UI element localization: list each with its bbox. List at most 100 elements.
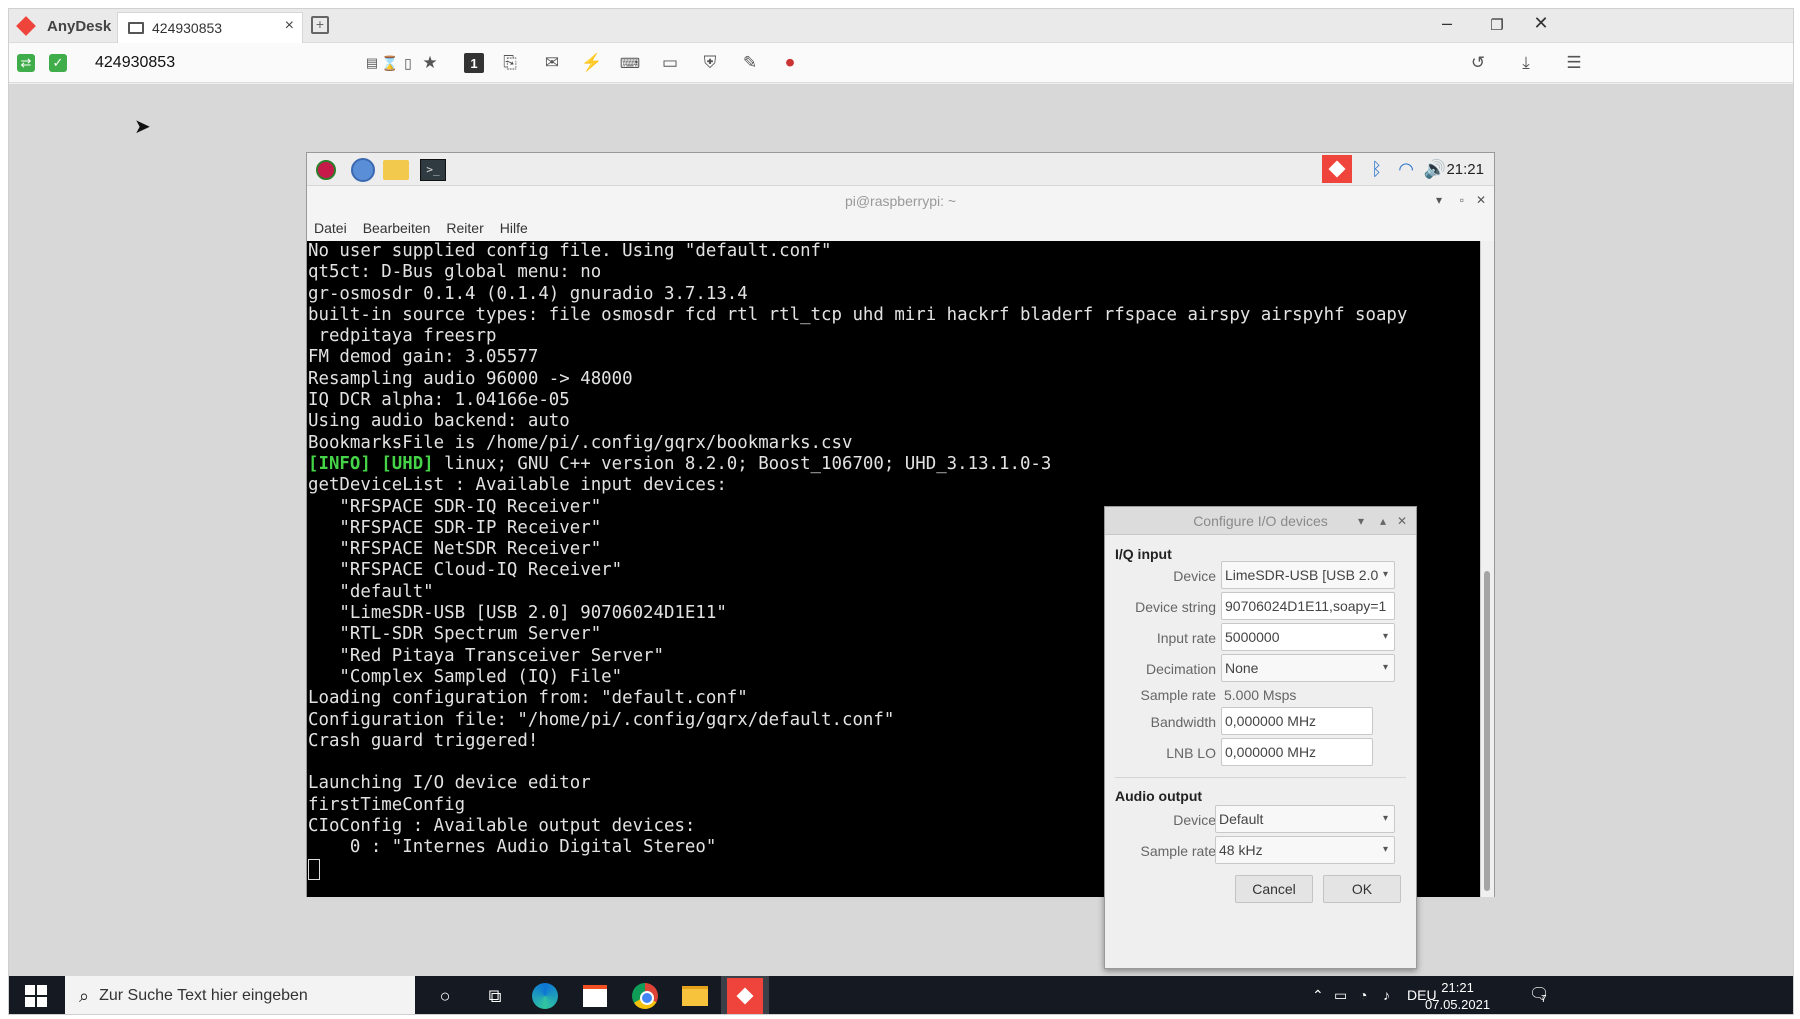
speaker-icon[interactable]: ♪ [1383, 987, 1390, 1003]
search-placeholder: Zur Suche Text hier eingeben [99, 987, 308, 1004]
terminal-line: getDeviceList : Available input devices: [308, 475, 727, 496]
device-string-input[interactable]: 90706024D1E11,soapy=1 [1221, 592, 1395, 620]
session-tab[interactable]: 424930853 × [117, 12, 303, 43]
terminal-line: No user supplied config file. Using "def… [308, 241, 832, 261]
edge-browser-icon[interactable] [521, 976, 569, 1014]
close-icon[interactable]: ✕ [1476, 193, 1486, 207]
chevron-down-icon: ▾ [1382, 813, 1388, 824]
terminal-line: redpitaya freesrp [308, 326, 497, 347]
iq-device-select[interactable]: LimeSDR-USB [USB 2.0 ▾ [1221, 561, 1395, 589]
notification-center-icon[interactable]: 🗨 7 [1529, 984, 1551, 1006]
iq-input-heading: I/Q input [1115, 546, 1172, 562]
input-rate-combo[interactable]: 5000000 ▾ [1221, 623, 1395, 651]
minimize-icon[interactable]: ▾ [1358, 507, 1364, 535]
terminal-line: IQ DCR alpha: 1.04166e-05 [308, 390, 570, 411]
audio-device-label: Device [1173, 812, 1216, 828]
bandwidth-label: Bandwidth [1150, 714, 1216, 730]
chat-icon[interactable]: ✉ [541, 52, 563, 74]
favorite-star-icon[interactable]: ★ [419, 52, 441, 74]
terminal-line: BookmarksFile is /home/pi/.config/gqrx/b… [308, 432, 853, 453]
lnb-lo-spinbox[interactable]: 0,000000 MHz ▴▾ [1221, 738, 1373, 766]
new-tab-button[interactable]: + [311, 16, 329, 34]
hamburger-menu-icon[interactable]: ☰ [1563, 52, 1585, 74]
maximize-icon[interactable]: ▫ [1460, 193, 1464, 207]
address-field[interactable]: 424930853 [95, 54, 175, 72]
ok-button[interactable]: OK [1323, 875, 1401, 903]
dialog-title-bar: Configure I/O devices ▾ ▴ ✕ [1105, 507, 1416, 535]
keyboard-icon[interactable]: ⌨ [619, 52, 641, 74]
anydesk-app-name: AnyDesk [47, 17, 112, 35]
menu-reiter[interactable]: Reiter [446, 216, 483, 241]
notification-count: 7 [1541, 994, 1547, 1005]
cortana-icon[interactable]: ○ [421, 976, 469, 1014]
terminal-scrollbar[interactable] [1480, 241, 1494, 897]
taskbar-search[interactable]: ⌕ Zur Suche Text hier eingeben [65, 976, 415, 1014]
wifi-icon[interactable]: ◠ [1398, 159, 1414, 180]
lnb-lo-stepper[interactable]: ▴▾ [1372, 739, 1373, 765]
audio-sample-rate-value: 48 kHz [1219, 842, 1263, 858]
bluetooth-icon[interactable]: ᛒ [1371, 159, 1382, 180]
terminal-launcher[interactable]: >_ [420, 158, 446, 182]
chevron-down-icon[interactable]: ▾ [1383, 624, 1388, 650]
menu-hilfe[interactable]: Hilfe [500, 216, 528, 241]
verified-icon: ✓ [49, 54, 67, 72]
monitor-1-button[interactable]: 1 [464, 53, 484, 73]
remote-desktop-view[interactable]: ➤ >_ ᛒ ◠ 🔊 21:21 pi@raspberrypi: ~ ▾ ▫ ✕… [9, 84, 1793, 976]
restore-icon[interactable]: ❐ [1485, 16, 1509, 34]
audio-sample-rate-select[interactable]: 48 kHz ▾ [1215, 836, 1395, 864]
chrome-icon[interactable] [621, 976, 669, 1014]
taskbar-time: 21:21 [1441, 980, 1474, 995]
record-icon[interactable]: ⏺ [779, 52, 801, 74]
trash-icon[interactable]: ▯ [397, 52, 419, 74]
anydesk-logo-icon [16, 16, 36, 36]
audio-device-select[interactable]: Default ▾ [1215, 805, 1395, 833]
scrollbar-thumb[interactable] [1484, 571, 1490, 891]
anydesk-tray-icon[interactable] [1322, 155, 1352, 183]
lnb-lo-value: 0,000000 MHz [1225, 744, 1317, 760]
close-icon[interactable]: ✕ [1397, 507, 1407, 535]
close-tab-icon[interactable]: × [285, 17, 294, 35]
cancel-button[interactable]: Cancel [1235, 875, 1313, 903]
bandwidth-stepper[interactable]: ▴▾ [1372, 708, 1373, 734]
file-explorer-icon[interactable] [671, 976, 719, 1014]
windows-start-button[interactable] [25, 985, 47, 1007]
task-view-icon[interactable]: ⧉ [471, 976, 519, 1014]
decimation-select[interactable]: None ▾ [1221, 654, 1395, 682]
file-manager-launcher[interactable] [383, 158, 409, 182]
file-transfer-icon[interactable]: ⎘ [499, 52, 521, 74]
anydesk-taskbar-icon[interactable] [721, 976, 769, 1014]
download-icon[interactable]: ⤓ [1515, 52, 1537, 74]
display-icon[interactable]: ▭ [659, 52, 681, 74]
actions-lightning-icon[interactable]: ⚡ [581, 52, 603, 74]
taskbar-date: 07.05.2021 [1425, 997, 1491, 1012]
bandwidth-spinbox[interactable]: 0,000000 MHz ▴▾ [1221, 707, 1373, 735]
device-string-value: 90706024D1E11,soapy=1 [1225, 598, 1387, 614]
taskbar-clock[interactable]: 21:21 07.05.2021 [1425, 979, 1490, 1013]
show-hidden-icons-icon[interactable]: ⌃ [1312, 987, 1324, 1004]
monitor-icon [128, 22, 144, 34]
minimize-icon[interactable]: – [1435, 13, 1459, 34]
info-uhd-tag: [INFO] [UHD] [308, 453, 434, 474]
volume-icon[interactable]: 🔊 [1424, 159, 1446, 180]
network-icon[interactable]: ◔ [1359, 987, 1367, 1003]
terminal-cursor [308, 858, 320, 880]
microsoft-store-icon[interactable] [571, 976, 619, 1014]
battery-icon[interactable]: ▭ [1334, 987, 1347, 1004]
whiteboard-pen-icon[interactable]: ✎ [739, 52, 761, 74]
configure-io-dialog: Configure I/O devices ▾ ▴ ✕ I/Q input De… [1104, 506, 1417, 969]
terminal-icon: >_ [420, 159, 446, 181]
permissions-shield-icon[interactable]: ⛨ [699, 52, 721, 74]
history-icon[interactable]: ↺ [1467, 52, 1489, 74]
bandwidth-value: 0,000000 MHz [1225, 713, 1317, 729]
device-string-label: Device string [1135, 599, 1216, 615]
maximize-icon[interactable]: ▴ [1380, 507, 1386, 535]
terminal-line: Resampling audio 96000 -> 48000 [308, 368, 633, 389]
raspberry-menu-button[interactable] [313, 158, 339, 182]
mouse-pointer-icon: ➤ [134, 116, 151, 138]
minimize-icon[interactable]: ▾ [1436, 193, 1442, 207]
close-window-icon[interactable]: ✕ [1529, 13, 1553, 34]
menu-bearbeiten[interactable]: Bearbeiten [363, 216, 431, 241]
browser-launcher[interactable] [350, 158, 376, 182]
chevron-down-icon: ▾ [1382, 844, 1388, 855]
menu-datei[interactable]: Datei [314, 216, 347, 241]
